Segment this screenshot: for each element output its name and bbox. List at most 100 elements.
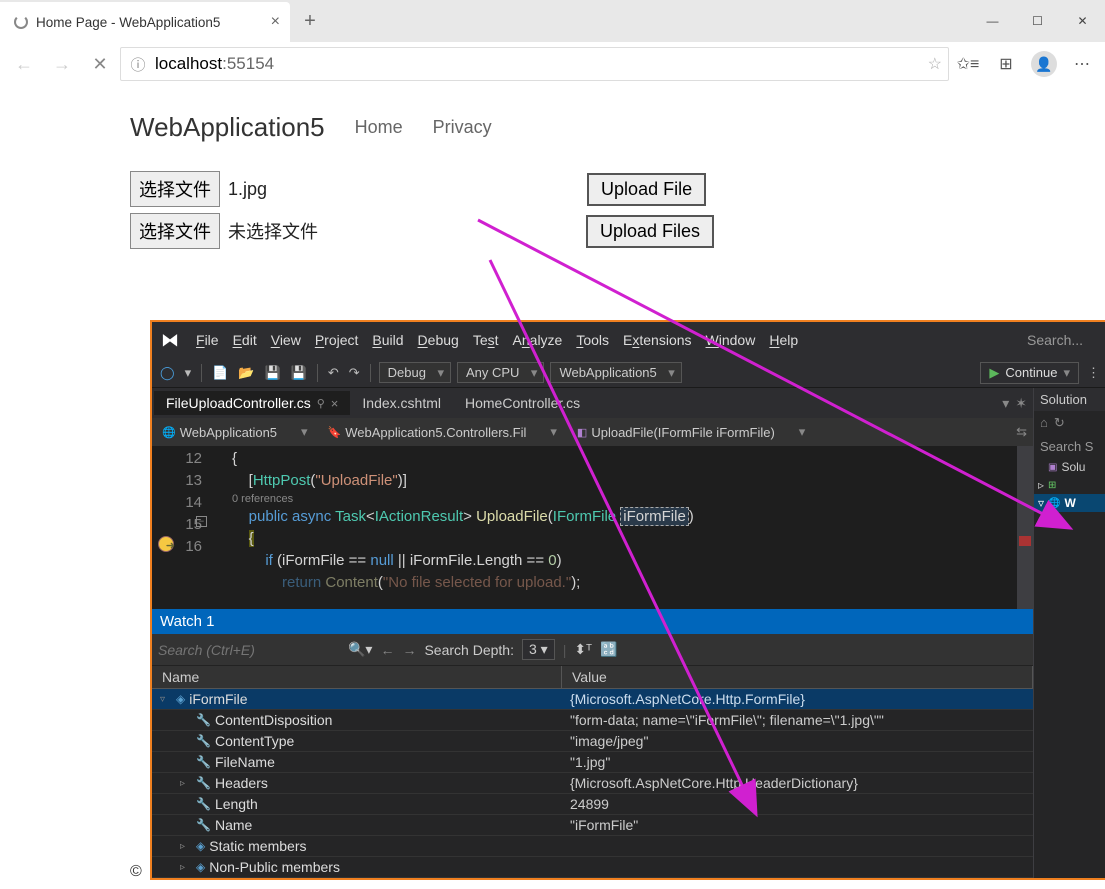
code-editor[interactable]: 12 13 14 15 16 − { [HttpPost("UploadFile…	[152, 446, 1033, 609]
close-tab-icon[interactable]: ×	[271, 13, 280, 31]
tab-dropdown-icon[interactable]: ▾	[1002, 395, 1009, 412]
browser-tab[interactable]: Home Page - WebApplication5 ×	[0, 2, 290, 42]
debug-hover-variable[interactable]: iFormFile	[620, 507, 689, 526]
undo-icon[interactable]: ↶	[326, 365, 341, 381]
menu-debug[interactable]: Debug	[418, 332, 459, 348]
url-input-box[interactable]: ⓘ localhost:55154 ☆	[120, 47, 949, 81]
watch-row[interactable]: 🔧 Length24899	[152, 794, 1033, 815]
config-dropdown[interactable]: Debug	[379, 362, 451, 383]
menu-extensions[interactable]: Extensions	[623, 332, 692, 348]
favorite-icon[interactable]: ☆	[928, 54, 942, 74]
save-icon[interactable]: 💾	[262, 365, 282, 381]
platform-dropdown[interactable]: Any CPU	[457, 362, 544, 383]
tree-sub[interactable]: ▹	[1034, 512, 1105, 530]
sol-home-icon[interactable]: ⌂	[1040, 415, 1048, 431]
code-body[interactable]: { [HttpPost("UploadFile")] 0 references …	[212, 446, 1017, 609]
menu-view[interactable]: View	[271, 332, 301, 348]
back-button[interactable]: ←	[6, 46, 42, 82]
continue-button[interactable]: ▶ Continue ▾	[980, 362, 1079, 384]
solution-search[interactable]: Search S	[1034, 435, 1105, 458]
nav2-method[interactable]: ◧UploadFile(IFormFile iFormFile)	[567, 424, 815, 440]
open-icon[interactable]: 📂	[236, 365, 256, 381]
save-all-icon[interactable]: 💾	[289, 365, 309, 381]
nav-fwd-icon[interactable]: ▾	[183, 365, 194, 381]
vertical-scrollbar[interactable]	[1017, 446, 1033, 609]
profile-button[interactable]: 👤	[1027, 47, 1061, 81]
menu-edit[interactable]: Edit	[233, 332, 257, 348]
line-gutter: 12 13 14 15 16 −	[152, 446, 212, 609]
menu-test[interactable]: Test	[473, 332, 499, 348]
nav-home[interactable]: Home	[355, 117, 403, 138]
watch-search-input[interactable]	[158, 642, 340, 658]
watch-header[interactable]: Watch 1	[152, 609, 1033, 634]
menu-project[interactable]: Project	[315, 332, 359, 348]
code-nav-bar: 🌐WebApplication5 🔖WebApplication5.Contro…	[152, 418, 1033, 446]
upload-file-button[interactable]: Upload File	[587, 173, 706, 206]
nav-back-icon[interactable]: ◯	[158, 365, 177, 381]
col-name[interactable]: Name	[152, 666, 562, 688]
sol-refresh-icon[interactable]: ↻	[1054, 415, 1065, 431]
breakpoint-icon[interactable]	[158, 536, 174, 552]
watch-row[interactable]: ▹🔧 Headers{Microsoft.AspNetCore.Http.Hea…	[152, 773, 1033, 794]
favorites-list-icon[interactable]: ✩≡	[951, 47, 985, 81]
split-icon[interactable]: ⇆	[1010, 424, 1033, 440]
watch-row[interactable]: ▹◈ Non-Public members	[152, 857, 1033, 878]
tree-project[interactable]: ▹ ⊞	[1034, 476, 1105, 494]
tab-index[interactable]: Index.cshtml	[350, 391, 453, 415]
site-info-icon[interactable]: ⓘ	[127, 54, 149, 75]
menu-analyze[interactable]: Analyze	[513, 332, 563, 348]
nav-privacy[interactable]: Privacy	[433, 117, 492, 138]
nav2-project[interactable]: 🌐WebApplication5	[152, 424, 318, 440]
redo-icon[interactable]: ↷	[347, 365, 362, 381]
solution-header[interactable]: Solution	[1034, 388, 1105, 411]
tab-fileuploadcontroller[interactable]: FileUploadController.cs ⚲ ×	[154, 391, 350, 415]
pin-icon[interactable]: ⚲	[317, 397, 325, 410]
toolbar-more[interactable]: ⋮	[1085, 365, 1102, 381]
tree-project-sel[interactable]: ▿ 🌐W	[1034, 494, 1105, 512]
fold-icon[interactable]: −	[196, 516, 207, 527]
menu-help[interactable]: Help	[769, 332, 798, 348]
watch-tool-1[interactable]: ⬍ᵀ	[574, 641, 592, 658]
maximize-button[interactable]: ☐	[1015, 0, 1060, 42]
more-button[interactable]: ⋯	[1065, 47, 1099, 81]
tab-options-icon[interactable]: ✶	[1015, 395, 1027, 412]
menu-tools[interactable]: Tools	[576, 332, 609, 348]
col-value[interactable]: Value	[562, 666, 1033, 688]
watch-row[interactable]: 🔧 FileName"1.jpg"	[152, 752, 1033, 773]
new-tab-button[interactable]: +	[290, 0, 330, 42]
new-item-icon[interactable]: 📄	[210, 365, 230, 381]
choose-file-button-1[interactable]: 选择文件	[130, 171, 220, 207]
close-window-button[interactable]: ✕	[1060, 0, 1105, 42]
brand-title[interactable]: WebApplication5	[130, 112, 325, 143]
upload-files-button[interactable]: Upload Files	[586, 215, 714, 248]
search-fwd-icon[interactable]: →	[402, 642, 416, 658]
upload-form-area: 选择文件 1.jpg Upload File 选择文件 未选择文件 Upload…	[0, 161, 1105, 265]
tab-homecontroller[interactable]: HomeController.cs	[453, 391, 592, 415]
watch-row[interactable]: ▹◈ Static members	[152, 836, 1033, 857]
forward-button[interactable]: →	[44, 46, 80, 82]
menu-window[interactable]: Window	[706, 332, 756, 348]
minimize-button[interactable]: —	[970, 0, 1015, 42]
watch-tool-2[interactable]: 🔡	[600, 641, 617, 658]
depth-select[interactable]: 3 ▾	[522, 639, 555, 660]
tree-solution[interactable]: ▣Solu	[1034, 458, 1105, 476]
watch-row[interactable]: 🔧 ContentType"image/jpeg"	[152, 731, 1033, 752]
nav2-class[interactable]: 🔖WebApplication5.Controllers.Fil	[318, 424, 567, 440]
watch-row[interactable]: 🔧 Name"iFormFile"	[152, 815, 1033, 836]
menu-file[interactable]: File	[196, 332, 219, 348]
vs-menubar: ⧓ File Edit View Project Build Debug Tes…	[152, 322, 1105, 358]
stop-button[interactable]: ✕	[82, 46, 118, 82]
collections-icon[interactable]: ⊞	[989, 47, 1023, 81]
search-icon[interactable]: 🔍▾	[348, 641, 372, 658]
browser-titlebar: Home Page - WebApplication5 × + — ☐ ✕	[0, 0, 1105, 42]
choose-file-button-2[interactable]: 选择文件	[130, 213, 220, 249]
address-bar: ← → ✕ ⓘ localhost:55154 ☆ ✩≡ ⊞ 👤 ⋯	[0, 42, 1105, 86]
vs-search[interactable]: Search...	[1027, 332, 1102, 348]
watch-row[interactable]: ▿◈ iFormFile{Microsoft.AspNetCore.Http.F…	[152, 689, 1033, 710]
close-icon[interactable]: ×	[331, 396, 339, 411]
url-text[interactable]: localhost:55154	[149, 54, 928, 74]
menu-build[interactable]: Build	[372, 332, 403, 348]
watch-row[interactable]: 🔧 ContentDisposition"form-data; name=\"i…	[152, 710, 1033, 731]
search-back-icon[interactable]: ←	[380, 642, 394, 658]
project-dropdown[interactable]: WebApplication5	[550, 362, 681, 383]
